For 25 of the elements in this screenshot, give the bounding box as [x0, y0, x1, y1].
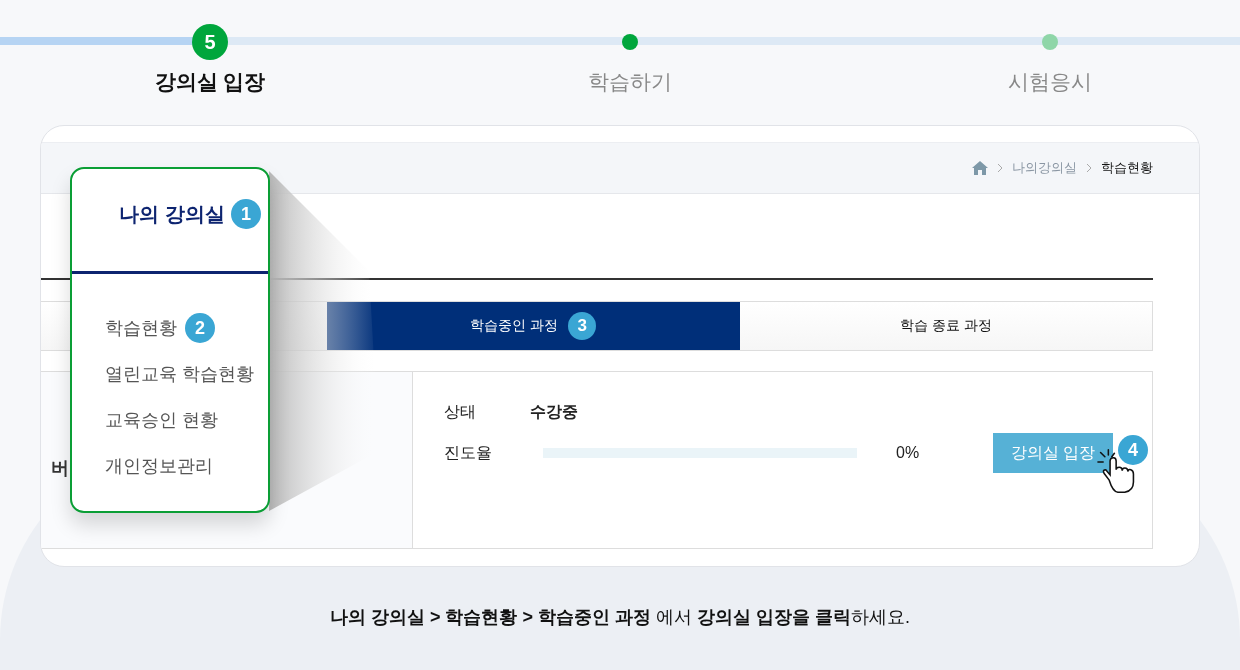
step-badge: 3 [568, 312, 597, 340]
step-badge: 2 [185, 313, 215, 343]
breadcrumb-link[interactable]: 학습현황 [1101, 159, 1153, 177]
chevron-icon [997, 163, 1003, 173]
tab-label: 학습 종료 과정 [899, 317, 992, 335]
progress-percent: 0% [896, 444, 921, 462]
menu-item[interactable]: 개인정보관리 [105, 454, 213, 478]
menu-item[interactable]: 학습현황 [105, 316, 177, 340]
step-label: 시험응시 [1008, 69, 1092, 95]
step-number: 5 [192, 24, 228, 60]
tab-label: 학습중인 과정 [470, 317, 559, 335]
menu-item[interactable]: 열린교육 학습현황 [105, 362, 254, 386]
course-title: 버 [51, 457, 69, 480]
step-badge: 1 [231, 199, 261, 229]
step-badge: 4 [1118, 435, 1148, 465]
menu-item[interactable]: 교육승인 현황 [105, 408, 218, 432]
status-label: 상태 [444, 402, 477, 422]
chevron-icon [1086, 163, 1092, 173]
step-label: 강의실 입장 [154, 69, 266, 95]
instruction-text: 나의 강의실 > 학습현황 > 학습중인 과정 에서 강의실 입장을 클릭하세요. [328, 606, 912, 629]
step-label: 학습하기 [588, 69, 672, 95]
status-value: 수강중 [530, 402, 578, 422]
menu-title: 나의 강의실 [119, 201, 225, 227]
home-icon[interactable] [972, 161, 988, 175]
progress-label: 진도율 [444, 442, 493, 463]
